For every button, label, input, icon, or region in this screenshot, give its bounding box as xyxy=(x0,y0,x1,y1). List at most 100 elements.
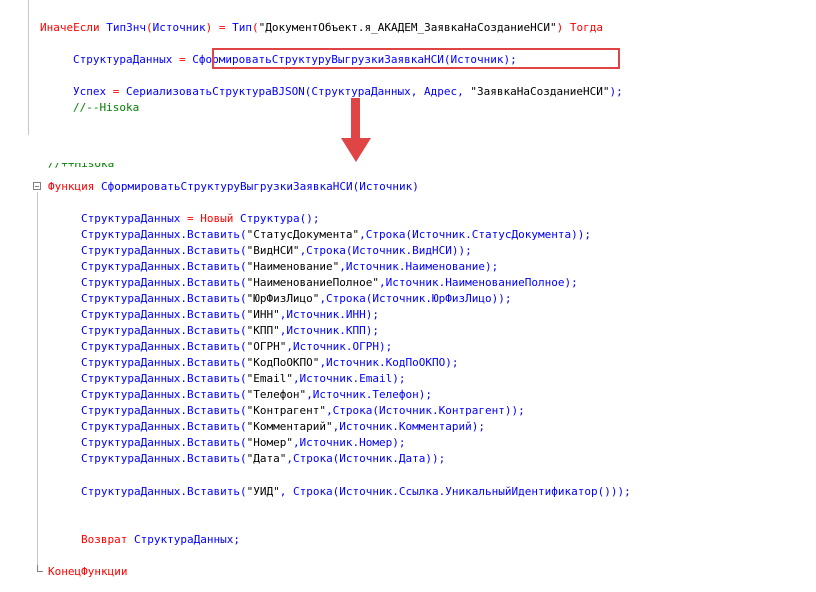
insert-call: СтруктураДанных.Вставить( xyxy=(81,388,247,401)
code-line-insert[interactable]: СтруктураДанных.Вставить("ИНН",Источник.… xyxy=(81,307,379,323)
insert-value: ,Источник.Email); xyxy=(292,372,406,385)
insert-key: "Комментарий" xyxy=(246,420,333,433)
insert-call: СтруктураДанных.Вставить( xyxy=(81,436,247,449)
comment-hisoka-end: //--Hisoka xyxy=(73,101,140,114)
insert-call: СтруктураДанных.Вставить( xyxy=(81,485,247,498)
keyword-return: Возврат xyxy=(81,533,128,546)
insert-call: СтруктураДанных.Вставить( xyxy=(81,324,247,337)
argument-source: Источник xyxy=(152,21,206,34)
keyword-function: Функция xyxy=(48,180,95,193)
insert-key: "КПП" xyxy=(246,324,280,337)
insert-call: СтруктураДанных.Вставить( xyxy=(81,340,247,353)
insert-value: ,Источник.Телефон); xyxy=(306,388,433,401)
variable-structure: СтруктураДанных xyxy=(73,53,173,66)
return-value: СтруктураДанных; xyxy=(127,533,240,546)
code-line-insert[interactable]: СтруктураДанных.Вставить("Дата",Строка(И… xyxy=(81,451,445,467)
code-line-insert[interactable]: СтруктураДанных.Вставить("Контрагент",Ст… xyxy=(81,403,525,419)
code-line-elseif[interactable]: ИначеЕсли ТипЗнч(Источник) = Тип("Докуме… xyxy=(40,20,603,36)
keyword-elseif: ИначеЕсли xyxy=(40,21,100,34)
keyword-end-function: КонецФункции xyxy=(48,565,128,578)
insert-key: "Контрагент" xyxy=(246,404,327,417)
insert-key: "Телефон" xyxy=(246,388,307,401)
insert-key: "Дата" xyxy=(246,452,287,465)
insert-value: ,Строка(Источник.СтатусДокумента)); xyxy=(359,228,591,241)
code-line-insert-uid[interactable]: СтруктураДанных.Вставить("УИД", Строка(И… xyxy=(81,484,631,500)
insert-key: "Номер" xyxy=(246,436,293,449)
insert-value: ,Источник.Наименование); xyxy=(339,260,499,273)
keyword-new: Новый xyxy=(200,212,234,225)
insert-call: СтруктураДанных.Вставить( xyxy=(81,404,247,417)
insert-value: ,Источник.ИНН); xyxy=(279,308,380,321)
insert-value: ,Источник.Номер); xyxy=(292,436,406,449)
insert-key: "УИД" xyxy=(246,485,280,498)
assign-operator-2: = xyxy=(106,85,126,98)
code-line-insert[interactable]: СтруктураДанных.Вставить("КодПоОКПО",Ист… xyxy=(81,355,459,371)
code-line-insert[interactable]: СтруктураДанных.Вставить("Комментарий",И… xyxy=(81,419,485,435)
assign-operator: = xyxy=(180,212,201,225)
paren-close: ) xyxy=(556,21,564,34)
insert-key: "НаименованиеПолное" xyxy=(246,276,380,289)
insert-value: ,Строка(Источник.Дата)); xyxy=(286,452,446,465)
variable-success: Успех xyxy=(73,85,107,98)
fold-guide-top xyxy=(28,0,29,135)
code-line-new-structure[interactable]: СтруктураДанных = Новый Структура(); xyxy=(81,211,319,227)
insert-call: СтруктураДанных.Вставить( xyxy=(81,420,247,433)
insert-call: СтруктураДанных.Вставить( xyxy=(81,244,247,257)
code-line-insert[interactable]: СтруктураДанных.Вставить("Телефон",Источ… xyxy=(81,387,432,403)
insert-value: ,Строка(Источник.ВидНСИ)); xyxy=(299,244,472,257)
structure-constructor: Структура(); xyxy=(233,212,320,225)
serialize-end: ); xyxy=(609,85,623,98)
code-line-insert[interactable]: СтруктураДанных.Вставить("ОГРН",Источник… xyxy=(81,339,392,355)
assign-operator: = xyxy=(172,53,193,66)
fold-collapse-icon[interactable] xyxy=(33,182,41,190)
insert-key: "ВидНСИ" xyxy=(246,244,300,257)
insert-key: "Email" xyxy=(246,372,293,385)
call-serialize: СериализоватьСтруктураВJSON(СтруктураДан… xyxy=(126,85,471,98)
code-line-insert[interactable]: СтруктураДанных.Вставить("Email",Источни… xyxy=(81,371,406,387)
code-line-insert[interactable]: СтруктураДанных.Вставить("ВидНСИ",Строка… xyxy=(81,243,472,259)
comment-hisoka-start: //++Hisoka xyxy=(48,163,115,170)
insert-key: "ЮрФизЛицо" xyxy=(246,292,320,305)
insert-call: СтруктураДанных.Вставить( xyxy=(81,260,247,273)
paren-open: ( xyxy=(145,21,153,34)
code-line-function-header[interactable]: Функция СформироватьСтруктуруВыгрузкиЗая… xyxy=(48,179,419,195)
insert-value: ,Строка(Источник.ЮрФизЛицо)); xyxy=(319,292,512,305)
code-line-insert[interactable]: СтруктураДанных.Вставить("Наименование",… xyxy=(81,259,498,275)
function-type: Тип xyxy=(232,21,252,34)
insert-value: ,Строка(Источник.Контрагент)); xyxy=(326,404,525,417)
insert-value: ,Источник.КодПоОКПО); xyxy=(319,356,459,369)
code-line-insert[interactable]: СтруктураДанных.Вставить("ЮрФизЛицо",Стр… xyxy=(81,291,512,307)
function-name: СформироватьСтруктуруВыгрузкиЗаявкаНСИ(И… xyxy=(100,180,419,193)
insert-call: СтруктураДанных.Вставить( xyxy=(81,452,247,465)
equals-operator: ) = xyxy=(205,21,233,34)
insert-call: СтруктураДанных.Вставить( xyxy=(81,372,247,385)
type-name-string: "ДокументОбъект.я_АКАДЕМ_ЗаявкаНаСоздани… xyxy=(258,21,557,34)
insert-call: СтруктураДанных.Вставить( xyxy=(81,308,247,321)
code-line-serialize[interactable]: Успех = СериализоватьСтруктураВJSON(Стру… xyxy=(73,84,623,100)
highlight-box xyxy=(212,48,620,69)
arrow-down-icon xyxy=(351,98,360,140)
keyword-then: Тогда xyxy=(569,21,603,34)
variable-structure: СтруктураДанных xyxy=(81,212,181,225)
insert-value: ,Источник.Комментарий); xyxy=(332,420,485,433)
code-line-insert[interactable]: СтруктураДанных.Вставить("СтатусДокумент… xyxy=(81,227,591,243)
insert-value: ,Источник.ОГРН); xyxy=(286,340,393,353)
insert-call: СтруктураДанных.Вставить( xyxy=(81,228,247,241)
fold-guide-function xyxy=(37,192,38,570)
code-line-insert[interactable]: СтруктураДанных.Вставить("КПП",Источник.… xyxy=(81,323,379,339)
insert-key: "СтатусДокумента" xyxy=(246,228,360,241)
function-typeof: ТипЗнч xyxy=(106,21,146,34)
code-line-insert[interactable]: СтруктураДанных.Вставить("Номер",Источни… xyxy=(81,435,406,451)
insert-key: "КодПоОКПО" xyxy=(246,356,320,369)
insert-key: "ОГРН" xyxy=(246,340,287,353)
serialize-string-arg: "ЗаявкаНаСозданиеНСИ" xyxy=(470,85,610,98)
insert-call: СтруктураДанных.Вставить( xyxy=(81,292,247,305)
insert-call: СтруктураДанных.Вставить( xyxy=(81,356,247,369)
fold-end-marker xyxy=(37,565,43,572)
code-line-insert[interactable]: СтруктураДанных.Вставить("НаименованиеПо… xyxy=(81,275,578,291)
insert-value: ,Источник.КПП); xyxy=(279,324,380,337)
code-line-return[interactable]: Возврат СтруктураДанных; xyxy=(81,532,240,548)
arrow-down-head-icon xyxy=(341,138,371,162)
insert-value: ,Источник.НаименованиеПолное); xyxy=(379,276,578,289)
insert-value: , Строка(Источник.Ссылка.УникальныйИдент… xyxy=(279,485,631,498)
